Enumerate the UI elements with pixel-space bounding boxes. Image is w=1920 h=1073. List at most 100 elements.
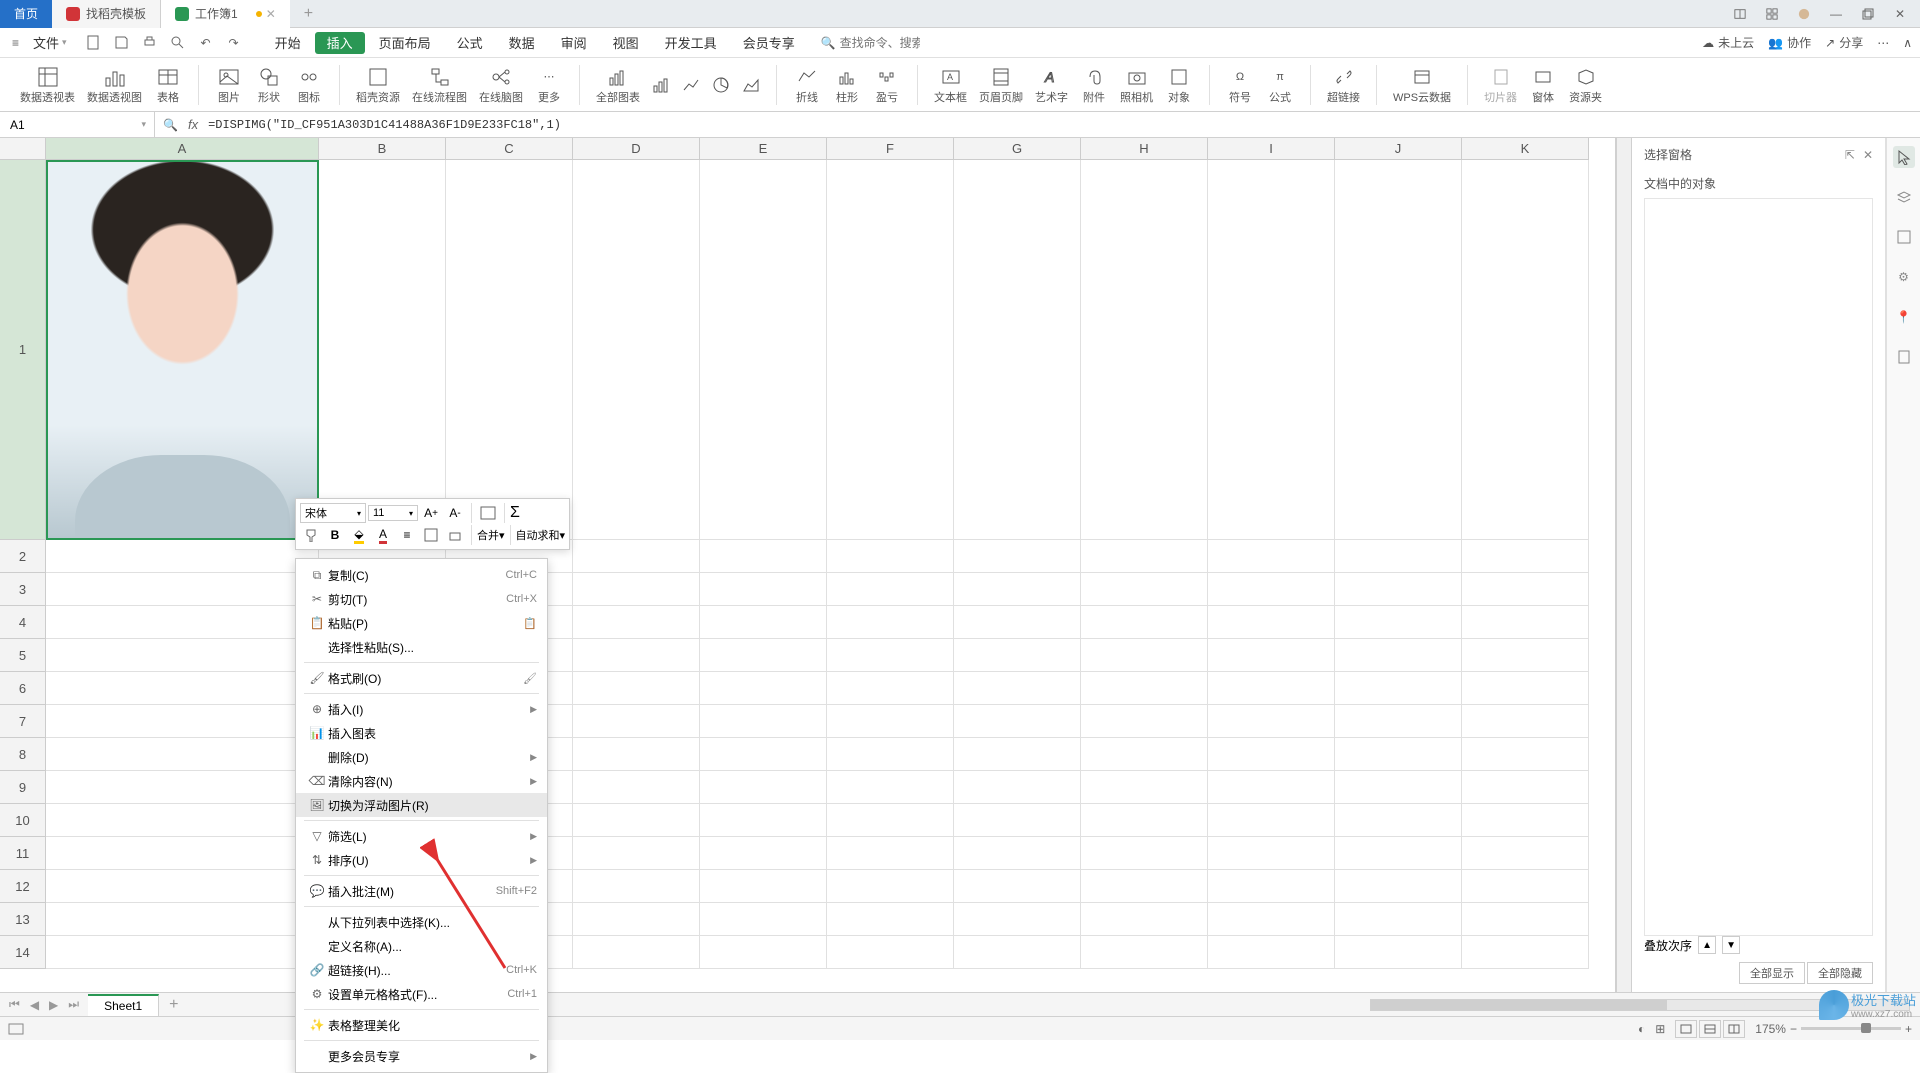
print-icon[interactable] (141, 34, 159, 52)
col-E[interactable]: E (700, 138, 827, 160)
cell[interactable] (1462, 936, 1589, 969)
cell[interactable] (1335, 771, 1462, 804)
cell[interactable] (573, 705, 700, 738)
font-select[interactable]: 宋体▾ (300, 503, 366, 523)
cell[interactable] (827, 639, 954, 672)
row-5[interactable]: 5 (0, 639, 46, 672)
cell[interactable] (46, 804, 319, 837)
minimize-button[interactable]: — (1822, 2, 1850, 26)
ctx-R[interactable]: 🖼切换为浮动图片(R) (296, 793, 547, 817)
new-icon[interactable] (85, 34, 103, 52)
all-charts[interactable]: 全部图表 (590, 63, 646, 107)
hamburger-icon[interactable]: ≡ (8, 36, 23, 50)
cell[interactable] (954, 540, 1081, 573)
object[interactable]: 对象 (1159, 63, 1199, 107)
cell[interactable] (1081, 870, 1208, 903)
pivot-table[interactable]: 数据透视表 (14, 63, 81, 107)
coop[interactable]: 👥协作 (1768, 34, 1811, 51)
grid-icon[interactable] (1758, 2, 1786, 26)
col-J[interactable]: J (1335, 138, 1462, 160)
cell[interactable] (573, 903, 700, 936)
cell[interactable] (827, 160, 954, 540)
more-menu[interactable]: ⋯ (1877, 36, 1889, 50)
attachment[interactable]: 附件 (1074, 63, 1114, 107)
ctx-[interactable]: ✨表格整理美化 (296, 1013, 547, 1037)
cell[interactable] (1462, 903, 1589, 936)
cell[interactable] (827, 804, 954, 837)
cell[interactable] (1081, 639, 1208, 672)
cell[interactable] (1335, 573, 1462, 606)
daoke-res[interactable]: 稻壳资源 (350, 63, 406, 107)
tab-layout[interactable]: 页面布局 (367, 28, 443, 57)
cell[interactable] (1208, 804, 1335, 837)
cell-format[interactable] (444, 525, 466, 545)
layers-icon[interactable] (1893, 186, 1915, 208)
cell[interactable] (1208, 160, 1335, 540)
wordart[interactable]: A艺术字 (1029, 63, 1074, 107)
camera[interactable]: 照相机 (1114, 63, 1159, 107)
row-2[interactable]: 2 (0, 540, 46, 573)
font-color[interactable]: A (372, 525, 394, 545)
grid-mode-icon[interactable]: ⊞ (1655, 1022, 1665, 1036)
chart3[interactable] (706, 71, 736, 99)
select-tool-icon[interactable] (1893, 146, 1915, 168)
cell[interactable] (46, 573, 319, 606)
ctx-F[interactable]: ⚙设置单元格格式(F)...Ctrl+1 (296, 982, 547, 1006)
cell[interactable] (954, 771, 1081, 804)
pane-close-icon[interactable]: ✕ (1863, 148, 1873, 162)
tab-dev[interactable]: 开发工具 (653, 28, 729, 57)
cell[interactable] (446, 160, 573, 540)
cell[interactable] (1335, 738, 1462, 771)
cell[interactable] (46, 738, 319, 771)
cell[interactable] (573, 540, 700, 573)
cell[interactable] (1081, 606, 1208, 639)
cell[interactable] (827, 705, 954, 738)
cell[interactable] (46, 606, 319, 639)
row-14[interactable]: 14 (0, 936, 46, 969)
form-ctrl[interactable]: 窗体 (1523, 63, 1563, 107)
zoom-value[interactable]: 175% (1755, 1022, 1786, 1036)
cell[interactable] (700, 705, 827, 738)
table[interactable]: 表格 (148, 63, 188, 107)
avatar-icon[interactable] (1790, 2, 1818, 26)
row-12[interactable]: 12 (0, 870, 46, 903)
col-H[interactable]: H (1081, 138, 1208, 160)
headerfooter[interactable]: 页眉页脚 (973, 63, 1029, 107)
cell[interactable] (1462, 540, 1589, 573)
vscroll[interactable] (1616, 138, 1632, 992)
col-C[interactable]: C (446, 138, 573, 160)
cell[interactable] (954, 160, 1081, 540)
cell[interactable] (319, 160, 446, 540)
cell[interactable] (1208, 540, 1335, 573)
cell[interactable] (1081, 705, 1208, 738)
select-all-corner[interactable] (0, 138, 46, 160)
cell[interactable] (1208, 870, 1335, 903)
slicer[interactable]: 切片器 (1478, 63, 1523, 107)
cell[interactable] (1335, 639, 1462, 672)
cell[interactable] (1208, 705, 1335, 738)
cell[interactable] (46, 936, 319, 969)
ctx-[interactable]: 📊插入图表 (296, 721, 547, 745)
tab-data[interactable]: 数据 (497, 28, 547, 57)
fit-icon[interactable] (1893, 226, 1915, 248)
cell[interactable] (1208, 639, 1335, 672)
tab-member[interactable]: 会员专享 (731, 28, 807, 57)
maximize-button[interactable] (1854, 2, 1882, 26)
cell[interactable] (1462, 870, 1589, 903)
cell[interactable] (954, 936, 1081, 969)
ctx-P[interactable]: 📋粘贴(P)📋 (296, 611, 547, 635)
ctx-T[interactable]: ✂剪切(T)Ctrl+X (296, 587, 547, 611)
hide-all-button[interactable]: 全部隐藏 (1807, 962, 1873, 984)
pin-icon[interactable]: 📍 (1893, 306, 1915, 328)
cell[interactable] (1081, 837, 1208, 870)
cell[interactable] (46, 903, 319, 936)
cell[interactable] (573, 936, 700, 969)
cell[interactable] (954, 639, 1081, 672)
row-7[interactable]: 7 (0, 705, 46, 738)
cell[interactable] (1081, 738, 1208, 771)
name-box[interactable]: A1 (0, 112, 155, 137)
input-mode-icon[interactable]: ◐ (1638, 1022, 1645, 1036)
cell[interactable] (700, 672, 827, 705)
col-G[interactable]: G (954, 138, 1081, 160)
more-insert[interactable]: ⋯更多 (529, 63, 569, 107)
